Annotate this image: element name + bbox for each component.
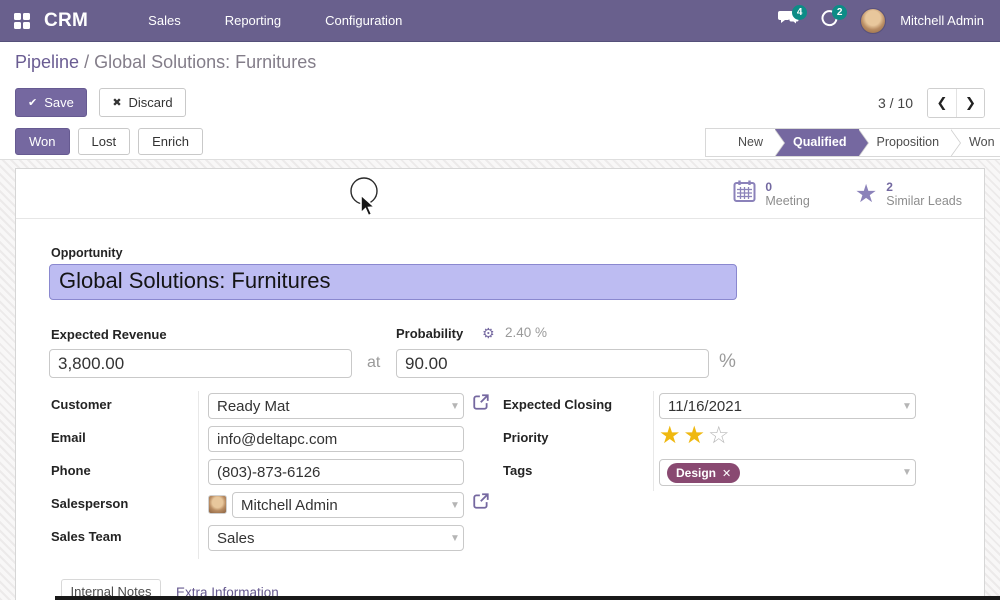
customer-external-link-icon[interactable] <box>472 393 490 416</box>
salesperson-avatar <box>208 495 227 514</box>
at-label: at <box>367 354 380 372</box>
status-bar: Won Lost Enrich New Qualified Propositio… <box>0 128 1000 160</box>
sales-team-input[interactable] <box>208 525 464 551</box>
user-avatar[interactable] <box>860 8 886 34</box>
tags-label: Tags <box>503 463 532 478</box>
meeting-stat-button[interactable]: 0 Meeting <box>733 179 809 208</box>
star-filled-icon[interactable]: ★ <box>684 422 709 449</box>
customer-input[interactable] <box>208 393 464 419</box>
salesperson-external-link-icon[interactable] <box>472 492 490 515</box>
stage-pipeline: New Qualified Proposition Won <box>705 128 1000 157</box>
close-icon: ✖ <box>112 96 121 109</box>
breadcrumb-separator: / <box>84 52 89 72</box>
left-column-separator <box>198 391 199 559</box>
salesperson-label: Salesperson <box>51 496 128 511</box>
activities-button[interactable]: 2 <box>812 4 846 38</box>
expected-closing-label: Expected Closing <box>503 397 612 412</box>
calendar-icon <box>733 179 756 208</box>
priority-stars[interactable]: ★★☆ <box>659 421 733 450</box>
stage-qualified[interactable]: Qualified <box>775 129 858 156</box>
opportunity-label: Opportunity <box>51 246 123 260</box>
pager-next-button[interactable]: ❯ <box>956 89 984 117</box>
menu-configuration[interactable]: Configuration <box>303 0 424 42</box>
chevron-right-icon: ❯ <box>965 95 976 111</box>
salesperson-input[interactable] <box>232 492 464 518</box>
won-button[interactable]: Won <box>15 128 70 155</box>
probability-input[interactable] <box>396 349 709 378</box>
star-filled-icon[interactable]: ★ <box>659 422 684 449</box>
similar-leads-stat-button[interactable]: ★ 2 Similar Leads <box>855 180 962 208</box>
lost-button[interactable]: Lost <box>78 128 131 155</box>
tag-remove-icon[interactable]: ✕ <box>722 467 731 480</box>
percent-suffix: % <box>719 351 736 373</box>
discard-button[interactable]: ✖ Discard <box>99 88 185 117</box>
pager-count: 3 / 10 <box>878 95 913 111</box>
enrich-button[interactable]: Enrich <box>138 128 203 155</box>
pager-previous-button[interactable]: ❮ <box>928 89 956 117</box>
breadcrumb-pipeline-link[interactable]: Pipeline <box>15 52 79 72</box>
messages-button[interactable]: 4 <box>772 4 806 38</box>
email-label: Email <box>51 430 86 445</box>
phone-input[interactable] <box>208 459 464 485</box>
bottom-edge-bar <box>55 596 1000 600</box>
gear-icon[interactable]: ⚙ <box>482 325 495 342</box>
star-icon: ★ <box>855 183 877 205</box>
tag-design[interactable]: Design ✕ <box>667 463 740 483</box>
user-name[interactable]: Mitchell Admin <box>900 13 984 28</box>
customer-label: Customer <box>51 397 112 412</box>
top-navbar: CRM Sales Reporting Configuration 4 <box>0 0 1000 42</box>
expected-revenue-input[interactable] <box>49 349 352 378</box>
expected-revenue-label: Expected Revenue <box>51 327 167 342</box>
control-panel: ✔ Save ✖ Discard 3 / 10 ❮ ❯ <box>15 88 985 118</box>
messages-badge: 4 <box>792 5 807 20</box>
star-empty-icon[interactable]: ☆ <box>708 422 733 449</box>
crm-app-window: CRM Sales Reporting Configuration 4 <box>0 0 1000 600</box>
similar-leads-count: 2 <box>886 180 962 194</box>
check-icon: ✔ <box>28 96 37 109</box>
form-background: 0 Meeting ★ 2 Similar Leads <box>0 160 1000 600</box>
save-button[interactable]: ✔ Save <box>15 88 87 117</box>
activities-badge: 2 <box>832 5 847 20</box>
app-title[interactable]: CRM <box>44 10 88 32</box>
meeting-count: 0 <box>765 180 809 194</box>
breadcrumb: Pipeline / Global Solutions: Furnitures <box>15 52 316 73</box>
menu-reporting[interactable]: Reporting <box>203 0 303 42</box>
email-input[interactable] <box>208 426 464 452</box>
probability-auto-value: 2.40 % <box>505 325 547 340</box>
apps-menu-icon[interactable] <box>14 13 30 29</box>
chevron-left-icon: ❮ <box>937 95 948 111</box>
probability-label: Probability <box>396 326 463 341</box>
menu-sales[interactable]: Sales <box>126 0 203 42</box>
breadcrumb-current: Global Solutions: Furnitures <box>94 52 316 72</box>
sales-team-label: Sales Team <box>51 529 122 544</box>
right-column-separator <box>653 391 654 491</box>
stage-proposition[interactable]: Proposition <box>859 129 952 156</box>
form-sheet: 0 Meeting ★ 2 Similar Leads <box>15 168 985 600</box>
stat-button-row: 0 Meeting ★ 2 Similar Leads <box>16 169 984 219</box>
opportunity-title-input[interactable]: Global Solutions: Furnitures <box>49 264 737 300</box>
stage-new[interactable]: New <box>720 129 775 156</box>
phone-label: Phone <box>51 463 91 478</box>
expected-closing-input[interactable] <box>659 393 916 419</box>
priority-label: Priority <box>503 430 549 445</box>
